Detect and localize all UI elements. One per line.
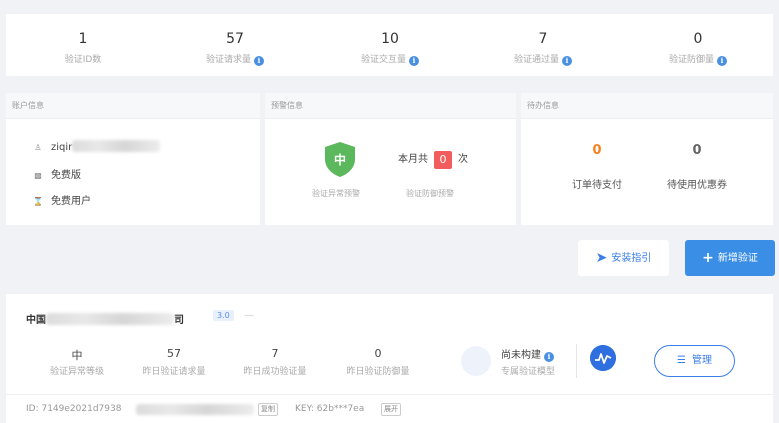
masked-text [46, 313, 174, 325]
add-verification-label: 新增验证 [717, 253, 758, 264]
stat-label: 验证请求量 [205, 55, 251, 65]
add-verification-button[interactable]: + 新增验证 [685, 240, 775, 276]
panel-title: 账户信息 [6, 93, 260, 119]
stat-pass-count: 7 验证通过量 i [468, 31, 618, 67]
info-icon[interactable]: i [562, 56, 572, 66]
stat-value: 1 [78, 31, 88, 47]
stat-value: 0 [693, 31, 703, 47]
metric-value: 57 [167, 347, 181, 360]
pending-orders-label[interactable]: 订单待支付 [547, 176, 647, 191]
install-guide-button[interactable]: ➤ 安装指引 [578, 240, 669, 276]
stat-label: 验证防御量 [668, 55, 714, 65]
stat-defense-count: 0 验证防御量 i [623, 31, 773, 67]
stat-label: 验证通过量 [513, 55, 559, 65]
plan-label: 免费版 [51, 170, 81, 181]
install-guide-label: 安装指引 [611, 253, 652, 264]
model-subtitle: 专属验证模型 [501, 367, 556, 377]
app-footer: ID: 7149e2021d7938 复制 KEY: 62b***7ea 展开 [6, 394, 773, 423]
stat-label: 验证ID数 [64, 55, 102, 65]
warning-panel: 预警信息 中 验证异常预警 本月共 0 次 验证防御预警 [265, 93, 516, 225]
app-key: KEY: 62b***7ea [295, 404, 365, 414]
todo-panel: 待办信息 0 订单待支付 0 待使用优惠券 [521, 93, 773, 225]
model-title: 尚未构建 i [501, 346, 554, 362]
info-icon[interactable]: i [717, 56, 727, 66]
warning-level: 中 [334, 152, 346, 167]
coupons-label[interactable]: 待使用优惠券 [647, 176, 747, 191]
shield-icon: 中 [325, 142, 355, 177]
coupons-count[interactable]: 0 [647, 143, 747, 158]
month-suffix: 次 [458, 154, 468, 165]
app-name-suffix: 司 [174, 315, 184, 326]
plan-row: ▩ 免费版 [33, 166, 81, 181]
metric-value: 0 [374, 347, 382, 360]
app-card: 中国司 3.0 — 中 验证异常等级 57 昨日验证请求量 7 昨日成功验证量 … [6, 294, 773, 423]
stat-request-count: 57 验证请求量 i [160, 31, 310, 67]
app-name: 中国 司 [26, 311, 184, 326]
pending-orders-count[interactable]: 0 [547, 143, 647, 158]
metric-label: 昨日成功验证量 [243, 367, 307, 377]
defense-warning-label: 验证防御预警 [406, 189, 454, 198]
model-title-text: 尚未构建 [501, 350, 541, 361]
app-name-prefix: 中国 [26, 315, 46, 326]
plus-icon: + [702, 250, 714, 266]
stat-label: 验证交互量 [360, 55, 406, 65]
user-type-label: 免费用户 [51, 196, 91, 207]
metric-label: 验证异常等级 [49, 367, 104, 377]
plan-icon: ▩ [34, 171, 42, 180]
user-icon: ♙ [34, 143, 42, 152]
hourglass-icon: ⌛ [33, 197, 43, 206]
masked-text [72, 140, 161, 152]
username: ziqir [51, 142, 73, 153]
panel-title: 预警信息 [265, 93, 516, 119]
metric-label: 昨日验证防御量 [346, 367, 410, 377]
info-icon[interactable]: i [409, 56, 419, 66]
masked-text [136, 404, 254, 415]
account-panel: 账户信息 ♙ ziqir ▩ 免费版 ⌛ 免费用户 [6, 93, 260, 225]
stat-value: 7 [538, 31, 548, 47]
manage-button[interactable]: ☰ 管理 [654, 345, 735, 377]
divider [576, 344, 577, 378]
warning-level-label: 验证异常预警 [312, 189, 360, 198]
metric-value: 中 [71, 349, 83, 362]
stat-interaction-count: 10 验证交互量 i [315, 31, 465, 67]
username-row: ♙ ziqir [33, 140, 161, 153]
panel-title: 待办信息 [521, 93, 773, 119]
month-count-badge: 0 [434, 151, 452, 169]
settings-sliders-icon: ☰ [677, 355, 686, 366]
stat-value: 57 [226, 31, 244, 47]
expand-button[interactable]: 展开 [381, 403, 401, 416]
info-icon[interactable]: i [544, 352, 554, 362]
info-icon[interactable]: i [254, 56, 264, 66]
activity-icon[interactable] [590, 345, 616, 371]
model-icon [461, 346, 491, 376]
version-badge: 3.0 [213, 310, 234, 321]
month-prefix: 本月共 [398, 154, 428, 165]
stat-id-count: 1 验证ID数 [8, 31, 158, 67]
manage-label: 管理 [691, 355, 712, 366]
app-dash: — [244, 310, 254, 321]
month-count: 本月共 0 次 [398, 150, 468, 169]
stat-value: 10 [381, 31, 399, 47]
arrow-right-icon: ➤ [595, 250, 608, 266]
app-id: ID: 7149e2021d7938 [26, 404, 122, 414]
metric-value: 7 [271, 347, 279, 360]
user-type-row: ⌛ 免费用户 [33, 192, 91, 207]
copy-button[interactable]: 复制 [258, 403, 278, 416]
metric-label: 昨日验证请求量 [142, 367, 206, 377]
stats-bar: 1 验证ID数 57 验证请求量 i 10 验证交互量 i 7 验证通过量 i 0 验… [6, 14, 773, 76]
